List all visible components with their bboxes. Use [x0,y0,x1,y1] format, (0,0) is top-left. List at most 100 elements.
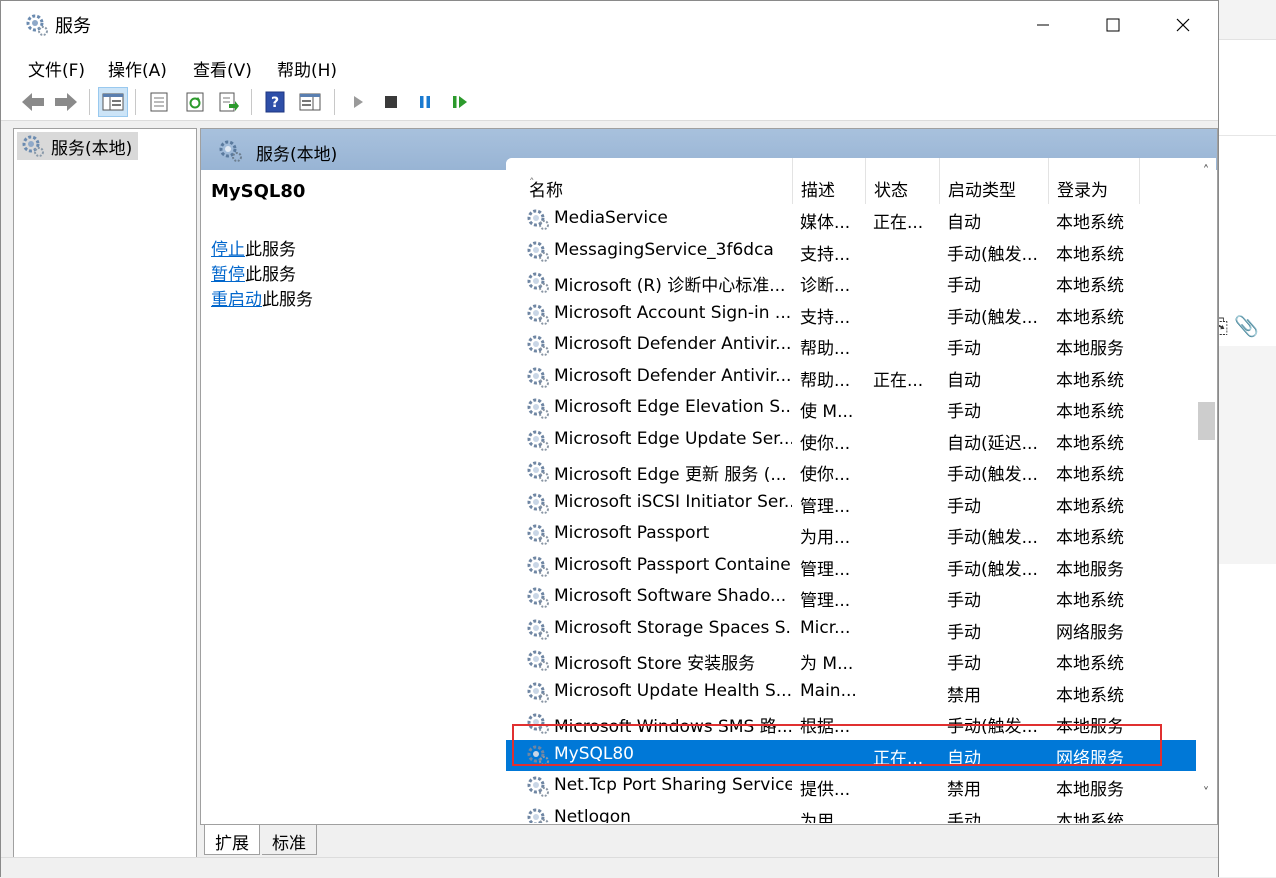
pause-service-icon [420,96,430,108]
menu-view[interactable]: 查看(V) [193,56,252,81]
service-row[interactable]: Microsoft Defender Antivir... 帮助... 手动 本地服务 [506,330,1196,362]
scrollbar-thumb[interactable] [1198,402,1215,440]
maximize-button[interactable] [1078,1,1148,49]
console-tree: 服务(本地) [13,128,197,858]
stop-service-button[interactable] [376,87,406,117]
action-suffix: 此服务 [245,265,296,285]
maximize-icon [1106,18,1120,32]
refresh-button[interactable] [180,87,210,117]
service-row[interactable]: Microsoft Passport Container 管理... 手动(触发..… [506,551,1196,583]
menu-bar: 文件(F) 操作(A) 查看(V) 帮助(H) [1,49,1218,83]
scroll-down-icon[interactable]: ˅ [1196,786,1216,804]
service-row[interactable]: Microsoft Store 安装服务 为 M... 手动 本地系统 [506,645,1196,677]
export-list-button[interactable] [214,87,244,117]
column-header-log-on-as[interactable]: 登录为 [1049,158,1140,204]
column-header-status[interactable]: 状态 [866,158,940,204]
service-gear-icon [526,270,550,294]
pause-service-link[interactable]: 暂停 [211,265,245,285]
start-service-button[interactable] [343,87,373,117]
service-log-on-cell: 网络服务 [1056,622,1124,643]
service-log-on-cell: 本地服务 [1056,780,1124,800]
tab-standard[interactable]: 标准 [262,825,317,855]
service-gear-icon [526,428,550,452]
service-row[interactable]: MySQL80 正在... 自动 网络服务 [506,739,1196,771]
service-startup-type-cell: 手动 [947,496,981,517]
service-name-cell: Microsoft Store 安装服务 [554,654,756,674]
service-row[interactable]: MessagingService_3f6dca 支持... 手动(触发... 本地系统 [506,236,1196,268]
service-row[interactable]: Microsoft Storage Spaces S... Micr... 手动 网络… [506,614,1196,646]
background-window-strip [1218,0,1276,40]
service-gear-icon [526,617,550,641]
pause-service-button[interactable] [410,87,440,117]
window-title: 服务 [55,16,91,37]
service-log-on-cell: 本地系统 [1056,276,1124,296]
stop-service-link[interactable]: 停止 [211,240,245,260]
scroll-up-icon[interactable]: ˄ [1196,164,1216,182]
services-gear-icon [219,140,242,162]
service-name-cell: MediaService [554,208,668,228]
view-tabs: 扩展 标准 [200,825,600,861]
service-startup-type-cell: 手动(触发... [947,307,1038,328]
service-row[interactable]: Microsoft Defender Antivir... 帮助... 正在... 自… [506,362,1196,394]
pane-title: 服务(本地) [256,145,338,165]
service-description-cell: Main... [800,680,857,701]
service-row[interactable]: MediaService 媒体... 正在... 自动 本地系统 [506,204,1196,236]
menu-file[interactable]: 文件(F) [28,56,85,81]
service-gear-icon [526,522,550,546]
service-gear-icon [526,680,550,704]
service-description-cell: 为用... [800,528,851,548]
service-log-on-cell: 本地系统 [1056,307,1124,328]
service-row[interactable]: Microsoft iSCSI Initiator Ser... 管理... 手动 本… [506,488,1196,520]
service-description-cell: 为用... [800,811,851,824]
service-gear-icon [526,774,550,798]
restart-service-button[interactable] [445,87,475,117]
title-bar: 服务 [1,1,1218,49]
forward-button[interactable] [51,87,81,117]
service-row[interactable]: Net.Tcp Port Sharing Service 提供... 禁用 本地服务 [506,771,1196,803]
column-header-startup-type[interactable]: 启动类型 [940,158,1049,204]
service-row[interactable]: Netlogon 为用... 手动 本地系统 [506,803,1196,824]
service-row[interactable]: Microsoft Edge 更新 服务 (... 使你... 手动(触发... 本地… [506,456,1196,488]
restart-service-link[interactable]: 重启动 [211,290,262,310]
help-button[interactable]: ? [260,87,290,117]
column-header-description[interactable]: 描述 [793,158,866,204]
menu-action[interactable]: 操作(A) [108,56,167,81]
services-list: ˄ 名称 描述 状态 启动类型 登录为 MediaService 媒体... 正在.… [506,158,1216,823]
restart-service-action: 重启动此服务 [211,285,313,310]
minimize-button[interactable] [1008,1,1078,49]
column-header-name[interactable]: ˄ 名称 [521,158,793,204]
show-hide-console-tree-button[interactable] [98,87,128,117]
service-gear-icon [526,396,550,420]
vertical-scrollbar[interactable]: ˄ ˅ [1196,158,1216,823]
stop-service-icon [385,96,397,108]
extended-description-panel: MySQL80 停止此服务 暂停此服务 重启动此服务 [201,170,506,824]
close-button[interactable] [1148,1,1218,49]
service-description-cell: 根据... [800,717,851,737]
service-name-cell: Netlogon [554,806,631,824]
service-row[interactable]: Microsoft Edge Elevation S... 使 M... 手动 本地系… [506,393,1196,425]
show-hide-action-pane-button[interactable] [295,87,325,117]
service-row[interactable]: Microsoft Passport 为用... 手动(触发... 本地系统 [506,519,1196,551]
tab-extended[interactable]: 扩展 [204,825,260,855]
back-button[interactable] [18,87,48,117]
service-row[interactable]: Microsoft Edge Update Ser... 使你... 自动(延迟..… [506,425,1196,457]
service-startup-type-cell: 手动(触发... [947,528,1038,548]
service-status-cell: 正在... [873,213,924,233]
service-row[interactable]: Microsoft Windows SMS 路... 根据... 手动(触发... 本… [506,708,1196,740]
service-row[interactable]: Microsoft (R) 诊断中心标准... 诊断... 手动 本地系统 [506,267,1196,299]
service-gear-icon [526,459,550,483]
service-gear-icon [526,743,550,767]
service-rows: MediaService 媒体... 正在... 自动 本地系统 MessagingSer… [506,204,1196,823]
menu-help[interactable]: 帮助(H) [277,56,337,81]
tree-node-services-local[interactable]: 服务(本地) [17,132,139,160]
service-row[interactable]: Microsoft Update Health S... Main... 禁用 本地系… [506,677,1196,709]
service-row[interactable]: Microsoft Software Shado... 管理... 手动 本地系统 [506,582,1196,614]
service-name-cell: Microsoft Update Health S... [554,680,792,701]
services-gear-icon [22,135,44,157]
services-gear-icon [26,14,48,36]
service-startup-type-cell: 自动 [947,370,981,391]
close-icon [1176,18,1190,32]
service-row[interactable]: Microsoft Account Sign-in ... 支持... 手动(触发.… [506,299,1196,331]
properties-button[interactable] [144,87,174,117]
service-description-cell: 管理... [800,591,851,611]
